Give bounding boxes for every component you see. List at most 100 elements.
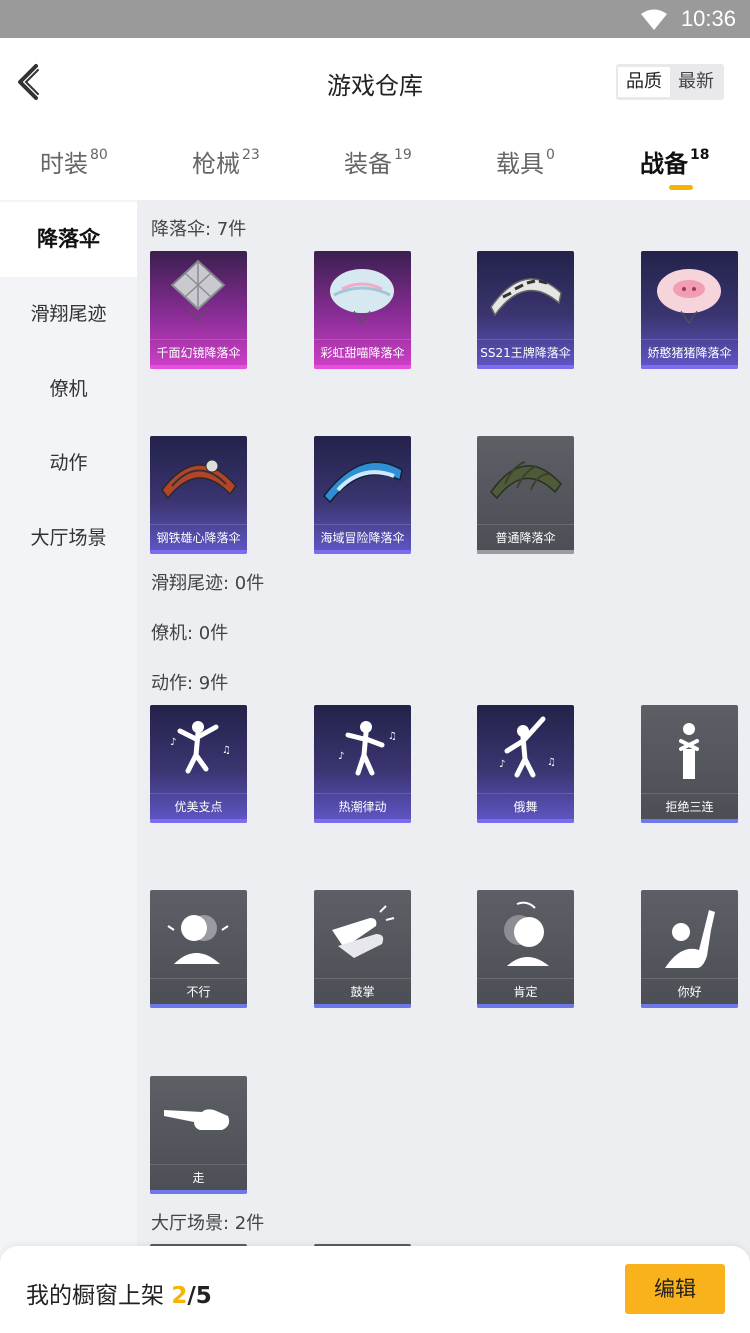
- rarity-bar: [641, 365, 738, 369]
- tab-battle-gear[interactable]: 战备 18: [640, 144, 709, 179]
- item-name: 不行: [150, 978, 247, 1004]
- item-card[interactable]: 娇憨猪猪降落伞: [641, 251, 738, 369]
- tab-count: 0: [546, 147, 555, 163]
- item-card[interactable]: 不行: [150, 890, 247, 1008]
- item-name: 热潮律动: [314, 793, 411, 819]
- svg-text:♪: ♪: [338, 751, 344, 762]
- item-name: 你好: [641, 978, 738, 1004]
- refuse-pose-icon: [679, 723, 699, 779]
- rarity-bar: [477, 1004, 574, 1008]
- item-name: SS21王牌降落伞: [477, 339, 574, 365]
- item-card[interactable]: 千面幻镜降落伞: [150, 251, 247, 369]
- section-title-emote: 动作: 9件: [151, 673, 229, 694]
- tab-label: 战备: [640, 150, 688, 178]
- sort-newest-button[interactable]: 最新: [670, 67, 722, 97]
- tab-count: 18: [690, 147, 710, 163]
- parachute-icon: [170, 259, 226, 322]
- item-name: 拒绝三连: [641, 793, 738, 819]
- tab-vehicles[interactable]: 载具 0: [496, 144, 555, 179]
- tab-guns[interactable]: 枪械 23: [192, 144, 260, 179]
- dancer-icon: ♪ ♫: [170, 721, 231, 774]
- section-title-wingman: 僚机: 0件: [151, 623, 229, 644]
- item-card[interactable]: ♪ ♫ 俄舞: [477, 705, 574, 823]
- item-card[interactable]: ♪ ♫ 热潮律动: [314, 705, 411, 823]
- dancer-icon: ♪ ♫: [338, 721, 397, 776]
- item-name: 娇憨猪猪降落伞: [641, 339, 738, 365]
- item-card[interactable]: 钢铁雄心降落伞: [150, 436, 247, 554]
- svg-text:♫: ♫: [388, 731, 397, 742]
- tab-fashion[interactable]: 时装 80: [40, 144, 108, 179]
- svg-text:♪: ♪: [499, 759, 505, 770]
- rarity-bar: [150, 365, 247, 369]
- rarity-bar: [314, 550, 411, 554]
- sidebar: 降落伞 滑翔尾迹 僚机 动作 大厅场景: [0, 200, 137, 1333]
- svg-text:♪: ♪: [170, 737, 176, 748]
- tab-count: 19: [394, 147, 412, 163]
- tab-label: 时装: [40, 150, 88, 178]
- header: 游戏仓库 品质 最新: [0, 38, 750, 124]
- sidebar-item-parachute[interactable]: 降落伞: [0, 202, 137, 277]
- dancer-icon: ♪ ♫: [499, 716, 556, 778]
- item-name: 肯定: [477, 978, 574, 1004]
- item-card[interactable]: 鼓掌: [314, 890, 411, 1008]
- parachute-icon: [161, 459, 237, 500]
- sidebar-item-wingman[interactable]: 僚机: [0, 352, 137, 427]
- showcase-label: 我的橱窗上架: [26, 1283, 172, 1309]
- category-tabs: 时装 80 枪械 23 装备 19 载具 0 战备 18: [0, 124, 750, 200]
- nod-icon: [504, 901, 549, 966]
- rarity-bar: [150, 550, 247, 554]
- tab-label: 载具: [496, 150, 544, 178]
- item-name: 钢铁雄心降落伞: [150, 524, 247, 550]
- rarity-bar: [477, 819, 574, 823]
- rarity-bar: [150, 1190, 247, 1194]
- wave-hello-icon: [665, 910, 715, 968]
- sort-quality-button[interactable]: 品质: [618, 67, 670, 97]
- svg-text:♫: ♫: [222, 745, 231, 756]
- status-time: 10:36: [680, 6, 736, 31]
- item-name: 千面幻镜降落伞: [150, 339, 247, 365]
- item-name: 鼓掌: [314, 978, 411, 1004]
- showcase-total-count: /5: [187, 1283, 212, 1309]
- item-list: 降落伞: 7件 千面幻镜降落伞 彩虹甜喵降落伞 SS21王牌降落伞 娇憨猪猪降落…: [137, 200, 750, 1333]
- tab-label: 枪械: [192, 150, 240, 178]
- sidebar-item-emote[interactable]: 动作: [0, 426, 137, 501]
- rarity-bar: [314, 819, 411, 823]
- item-card[interactable]: 你好: [641, 890, 738, 1008]
- item-card[interactable]: SS21王牌降落伞: [477, 251, 574, 369]
- clap-icon: [332, 905, 395, 958]
- item-name: 俄舞: [477, 793, 574, 819]
- head-shake-icon: [167, 915, 229, 964]
- section-title-trail: 滑翔尾迹: 0件: [151, 573, 265, 594]
- item-card[interactable]: 走: [150, 1076, 247, 1194]
- svg-text:♫: ♫: [547, 757, 556, 768]
- rarity-bar: [150, 819, 247, 823]
- active-tab-indicator: [669, 185, 693, 190]
- item-name: 走: [150, 1164, 247, 1190]
- item-name: 优美支点: [150, 793, 247, 819]
- item-card[interactable]: ♪ ♫ 优美支点: [150, 705, 247, 823]
- sidebar-item-trail[interactable]: 滑翔尾迹: [0, 277, 137, 352]
- item-card[interactable]: 普通降落伞: [477, 436, 574, 554]
- item-card[interactable]: 肯定: [477, 890, 574, 1008]
- parachute-icon: [490, 278, 562, 317]
- rarity-bar: [314, 365, 411, 369]
- item-card[interactable]: 彩虹甜喵降落伞: [314, 251, 411, 369]
- tab-equipment[interactable]: 装备 19: [344, 144, 412, 179]
- section-title-parachute: 降落伞: 7件: [151, 219, 247, 240]
- rarity-bar: [641, 819, 738, 823]
- section-title-lobby: 大厅场景: 2件: [151, 1213, 265, 1234]
- sort-toggle: 品质 最新: [616, 64, 724, 100]
- item-card[interactable]: 拒绝三连: [641, 705, 738, 823]
- rarity-bar: [641, 1004, 738, 1008]
- parachute-icon: [490, 461, 562, 500]
- rarity-bar: [150, 1004, 247, 1008]
- item-name: 彩虹甜喵降落伞: [314, 339, 411, 365]
- edit-button[interactable]: 编辑: [625, 1264, 725, 1314]
- item-card[interactable]: 海域冒险降落伞: [314, 436, 411, 554]
- parachute-icon: [323, 461, 403, 504]
- tab-count: 23: [242, 147, 260, 163]
- wifi-icon: [641, 9, 667, 30]
- point-forward-icon: [164, 1109, 230, 1130]
- showcase-status: 我的橱窗上架 2/5: [26, 1276, 212, 1310]
- sidebar-item-lobby[interactable]: 大厅场景: [0, 501, 137, 576]
